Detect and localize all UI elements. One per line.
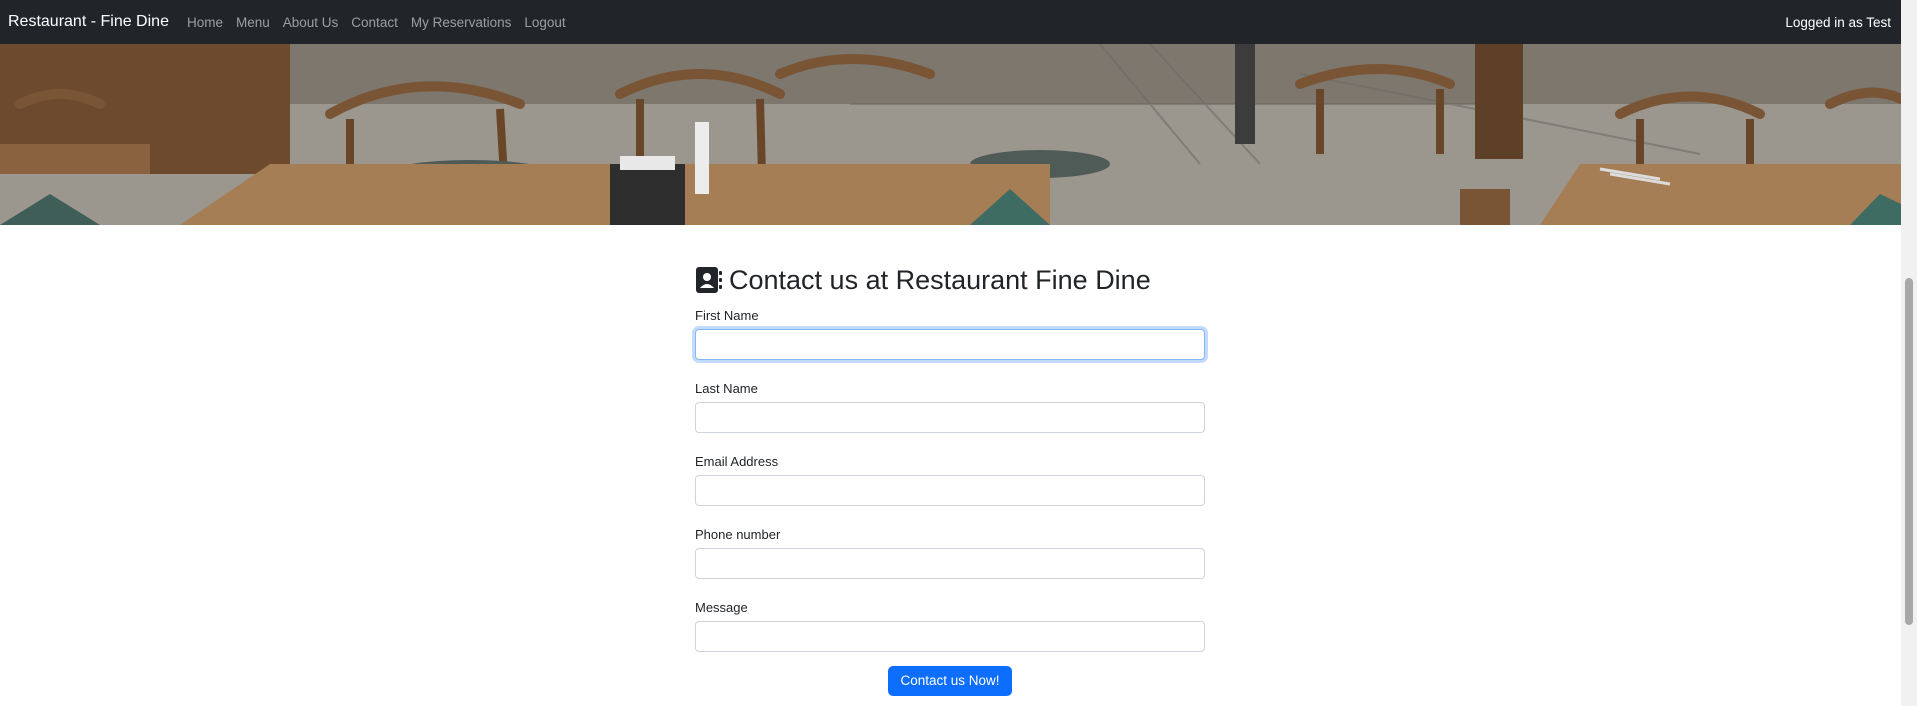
page: Restaurant - Fine Dine Home Menu About U… [0, 0, 1917, 706]
restaurant-interior-photo [0, 44, 1901, 225]
phone-group: Phone number [695, 525, 1205, 579]
brand-link[interactable]: Restaurant - Fine Dine [8, 13, 169, 31]
nav-link-menu[interactable]: Menu [236, 15, 270, 30]
nav-link-about-us[interactable]: About Us [283, 15, 339, 30]
nav-link-my-reservations[interactable]: My Reservations [411, 15, 512, 30]
page-scrollbar[interactable] [1901, 0, 1917, 706]
contact-submit-button[interactable]: Contact us Now! [888, 666, 1012, 696]
contact-book-icon [696, 267, 722, 293]
last-name-group: Last Name [695, 379, 1205, 433]
page-title: Contact us at Restaurant Fine Dine [695, 260, 1205, 300]
phone-label: Phone number [695, 527, 781, 542]
contact-form: Contact us at Restaurant Fine Dine First… [695, 260, 1205, 696]
top-navbar: Restaurant - Fine Dine Home Menu About U… [0, 0, 1901, 44]
nav-link-logout[interactable]: Logout [524, 15, 565, 30]
user-status: Logged in as Test [1785, 14, 1891, 30]
first-name-group: First Name [695, 306, 1205, 360]
nav-links: Home Menu About Us Contact My Reservatio… [187, 15, 579, 30]
nav-link-contact[interactable]: Contact [351, 15, 398, 30]
message-group: Message [695, 598, 1205, 652]
last-name-field[interactable] [695, 402, 1205, 433]
message-label: Message [695, 600, 748, 615]
first-name-field[interactable] [695, 329, 1205, 360]
page-content: Restaurant - Fine Dine Home Menu About U… [0, 0, 1901, 706]
contact-title: Contact us at Restaurant Fine Dine [729, 264, 1151, 295]
scrollbar-thumb[interactable] [1905, 278, 1913, 625]
hero-image [0, 44, 1901, 225]
email-field[interactable] [695, 475, 1205, 506]
email-group: Email Address [695, 452, 1205, 506]
message-field[interactable] [695, 621, 1205, 652]
nav-link-home[interactable]: Home [187, 15, 223, 30]
phone-field[interactable] [695, 548, 1205, 579]
submit-row: Contact us Now! [695, 666, 1205, 696]
first-name-label: First Name [695, 308, 759, 323]
email-label: Email Address [695, 454, 779, 469]
last-name-label: Last Name [695, 381, 758, 396]
